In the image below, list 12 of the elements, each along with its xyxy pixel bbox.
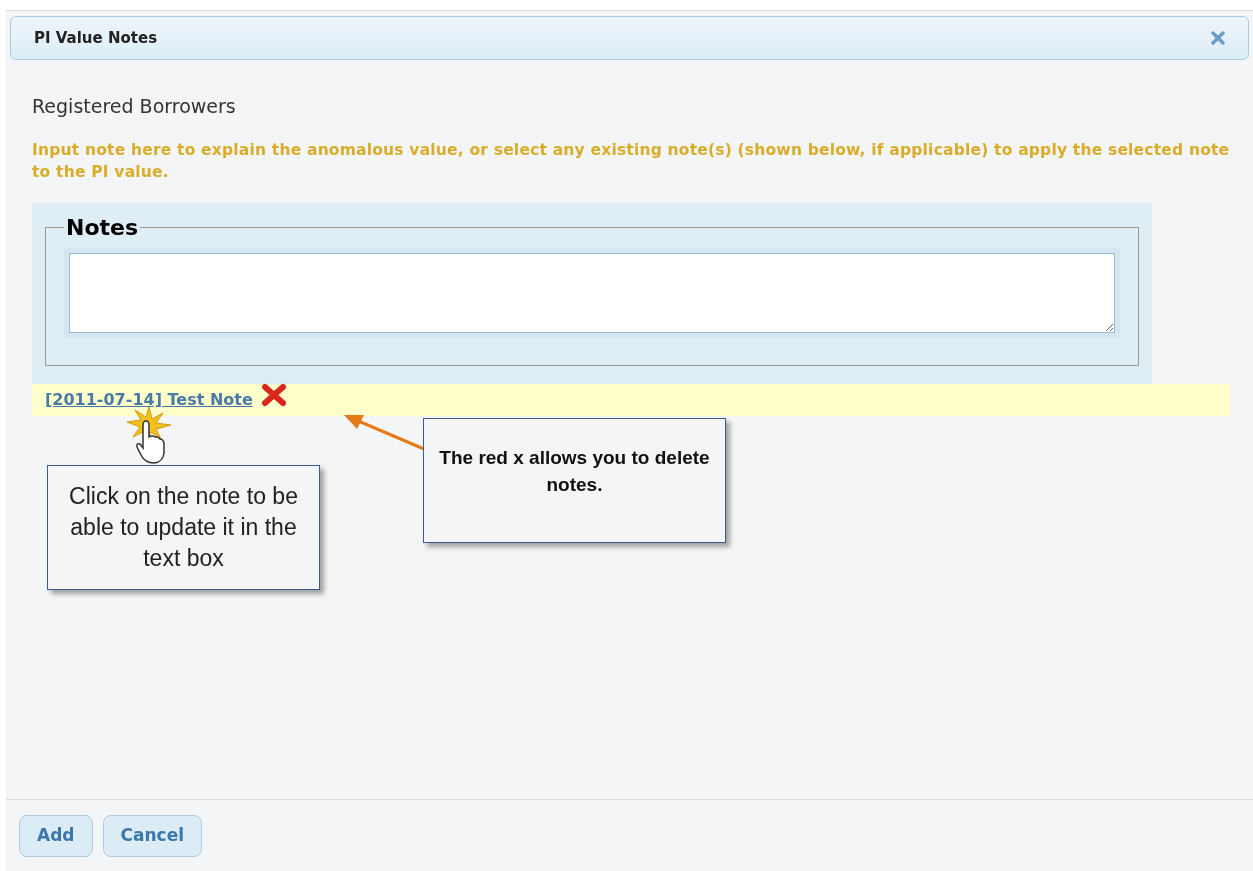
subtitle: Registered Borrowers [32,94,237,119]
close-icon[interactable] [1211,31,1225,45]
dialog-button[interactable]: Cancel [102,814,202,857]
dialog-button[interactable]: Add [19,814,93,857]
callout-text: Click on the note to be able to update it in the text box [68,482,299,573]
note-input-field[interactable] [69,252,1115,333]
notes-legend: Notes [64,210,141,244]
callout-text: The red x allows you to delete notes. [438,445,711,497]
dialog-title: PI Value Notes [34,27,158,49]
note-link[interactable]: [2011-07-14] Test Note [45,387,253,412]
instruction-text: Input note here to explain the anomalous value, or select any existing note(s) (shown below, if applicable) to apply the selected note to the PI value. [32,139,1231,183]
delete-icon[interactable] [260,382,287,407]
